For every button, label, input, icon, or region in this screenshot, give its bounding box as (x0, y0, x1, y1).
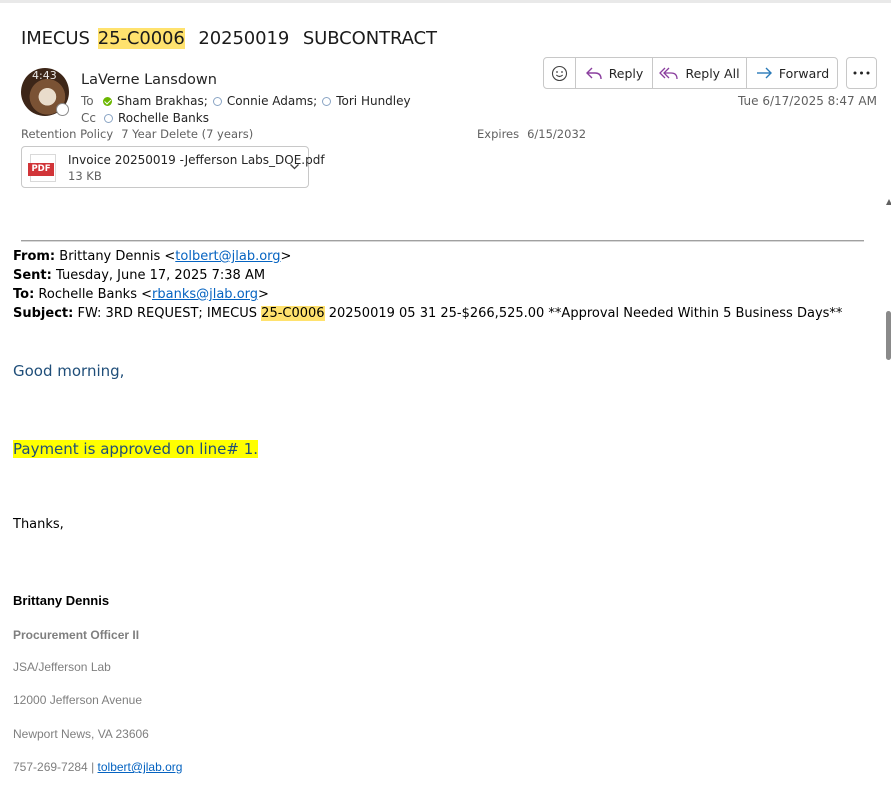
to-label: To (81, 94, 94, 108)
emoji-icon (551, 65, 568, 81)
to-recipients: Sham Brakhas; Connie Adams; Tori Hundley (103, 94, 416, 108)
thanks-text: Thanks, (13, 517, 64, 532)
presence-indicator (56, 103, 69, 116)
more-icon (853, 71, 870, 75)
email-subject: IMECUS 25-C0006 20250019 SUBCONTRACT (21, 28, 445, 49)
signature-name: Brittany Dennis (13, 593, 110, 608)
greeting-text: Good morning, (13, 362, 125, 380)
forward-sent-line: Sent: Tuesday, June 17, 2025 7:38 AM (13, 268, 266, 283)
chevron-down-icon[interactable] (288, 160, 301, 173)
signature-address2: Newport News, VA 23606 (13, 727, 149, 741)
attachment-card[interactable]: PDF Invoice 20250019 -Jefferson Labs_DOE… (21, 146, 325, 188)
scrollbar[interactable] (885, 195, 891, 799)
approval-text: Payment is approved on line# 1. (13, 440, 259, 458)
cc-recipients: Rochelle Banks (104, 111, 214, 125)
attachment-name: Invoice 20250019 -Jefferson Labs_DOE.pdf (68, 153, 325, 167)
retention-policy: Retention Policy 7 Year Delete (7 years) (21, 127, 254, 141)
signature-address1: 12000 Jefferson Avenue (13, 693, 142, 707)
reply-icon (585, 67, 602, 80)
window-top-edge (0, 0, 891, 3)
forward-button[interactable]: Forward (747, 58, 837, 88)
unknown-status-icon (104, 113, 113, 123)
expires: Expires 6/15/2032 (477, 127, 587, 141)
forward-to-line: To: Rochelle Banks <rbanks@jlab.org> (13, 287, 269, 302)
subject-part: 20250019 (198, 28, 290, 49)
subject-part: SUBCONTRACT (302, 28, 437, 49)
available-status-icon (103, 96, 112, 106)
subject-part-highlight: 25-C0006 (97, 28, 185, 49)
recipient[interactable]: Sham Brakhas; (103, 94, 208, 108)
forward-subject-line: Subject: FW: 3RD REQUEST; IMECUS 25-C000… (13, 306, 843, 321)
cc-label: Cc (81, 111, 96, 125)
to-email-link[interactable]: rbanks@jlab.org (152, 287, 258, 302)
subject-part: IMECUS (21, 28, 90, 49)
scrollbar-thumb[interactable] (886, 311, 891, 360)
emoji-react-button[interactable] (544, 58, 576, 88)
signature-org: JSA/Jefferson Lab (13, 660, 111, 674)
attachment-size: 13 KB (68, 169, 102, 183)
forward-icon (756, 67, 772, 79)
signature-contact: 757-269-7284 | tolbert@jlab.org (13, 760, 183, 774)
reply-button[interactable]: Reply (576, 58, 653, 88)
reply-all-button[interactable]: Reply All (653, 58, 747, 88)
recipient[interactable]: Tori Hundley (322, 94, 411, 108)
message-actions-toolbar: Reply Reply All Forward (543, 57, 838, 89)
forward-from-line: From: Brittany Dennis <tolbert@jlab.org> (13, 249, 292, 264)
recipient[interactable]: Rochelle Banks (104, 111, 209, 125)
avatar-overlay-text: 4:43 (32, 69, 57, 82)
unknown-status-icon (322, 96, 332, 106)
signature-title: Procurement Officer II (13, 628, 140, 642)
from-email-link[interactable]: tolbert@jlab.org (175, 249, 280, 264)
recipient[interactable]: Connie Adams; (212, 94, 317, 108)
pdf-icon: PDF (28, 154, 56, 182)
reply-all-icon (659, 67, 679, 80)
received-date: Tue 6/17/2025 8:47 AM (738, 94, 877, 108)
unknown-status-icon (212, 96, 222, 106)
signature-email-link[interactable]: tolbert@jlab.org (98, 760, 183, 774)
scroll-up-arrow-icon[interactable] (886, 199, 891, 205)
sender-name[interactable]: LaVerne Lansdown (81, 72, 217, 88)
header-divider (21, 240, 864, 242)
more-actions-button[interactable] (846, 57, 877, 89)
